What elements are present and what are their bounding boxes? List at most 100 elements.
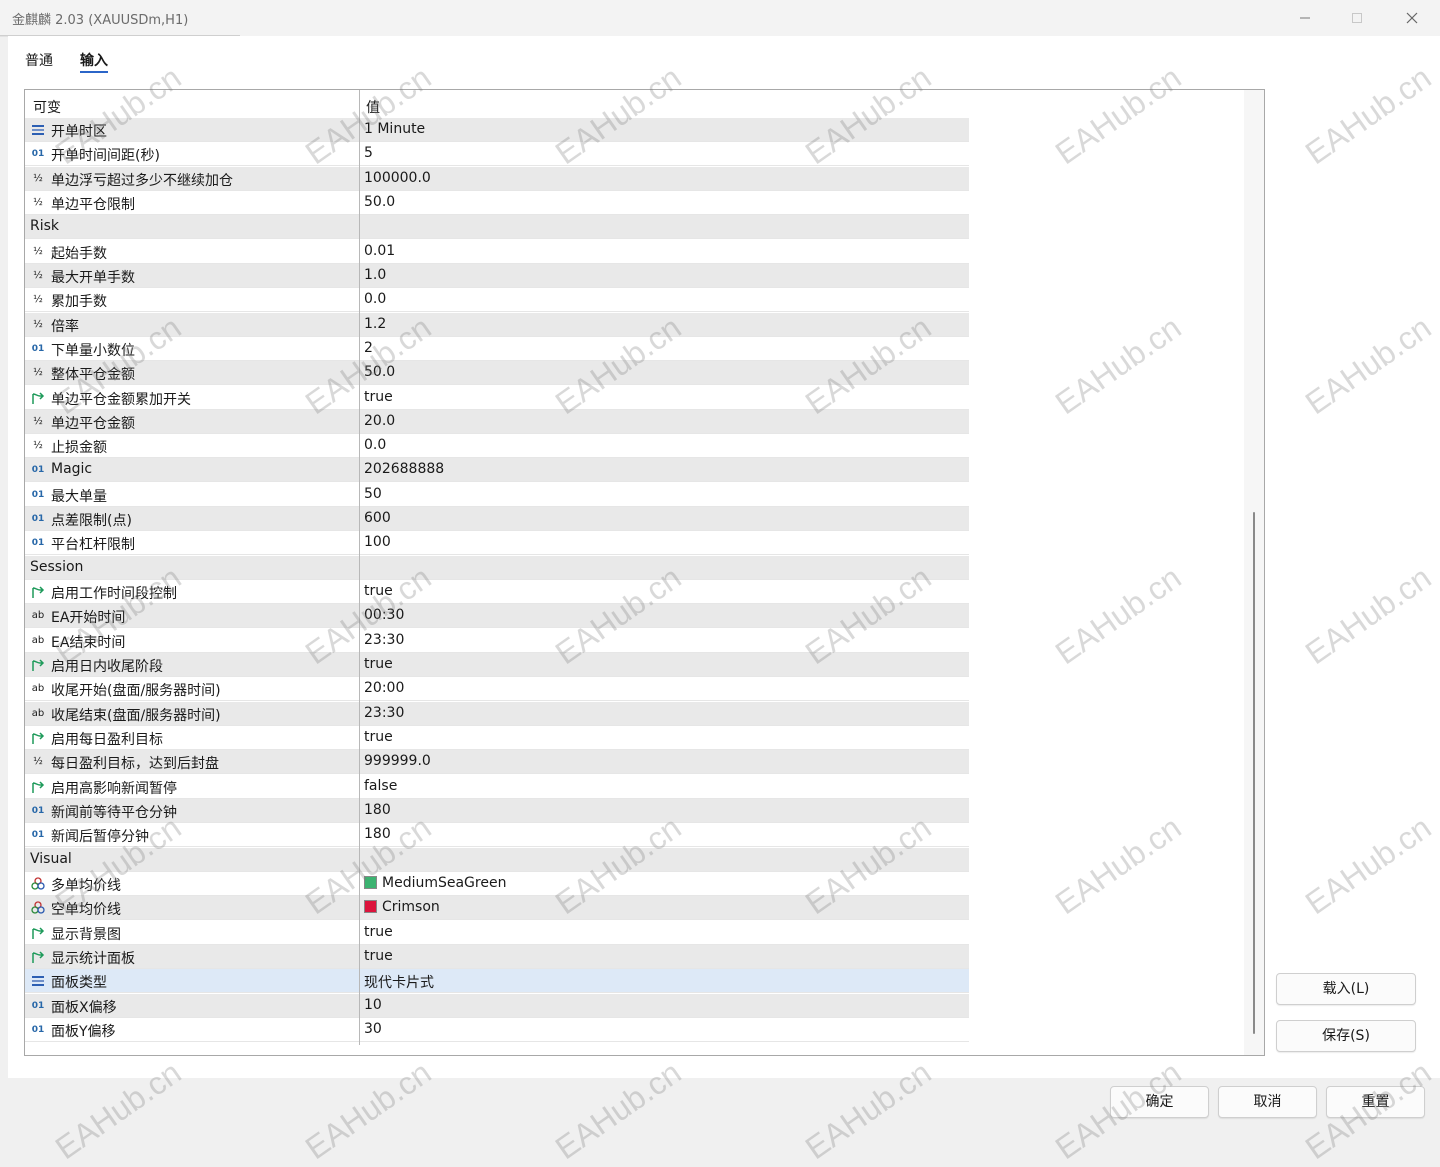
param-row[interactable]: ab 收尾开始(盘面/服务器时间) 20:00 — [25, 677, 969, 702]
reset-button[interactable]: 重置 — [1326, 1086, 1425, 1118]
param-row[interactable]: 01 下单量小数位 2 — [25, 337, 969, 361]
param-value[interactable]: true — [364, 583, 393, 599]
param-row[interactable]: ½ 单边浮亏超过多少不继续加仓 100000.0 — [25, 166, 969, 191]
integer-icon: 01 — [31, 489, 45, 500]
param-value[interactable]: 2 — [364, 340, 373, 356]
title-bar: 金麒麟 2.03 (XAUUSDm,H1) — [0, 0, 1440, 37]
group-row[interactable]: Risk — [25, 215, 969, 240]
param-value[interactable]: true — [364, 389, 393, 405]
param-value[interactable]: true — [364, 656, 393, 672]
param-value[interactable]: 1.0 — [364, 267, 386, 283]
param-row[interactable]: 01 平台杠杆限制 100 — [25, 531, 969, 556]
param-value[interactable]: 1.2 — [364, 316, 386, 332]
close-button[interactable] — [1392, 4, 1432, 32]
param-row[interactable]: 01 最大单量 50 — [25, 483, 969, 507]
param-row[interactable]: ½ 整体平仓金额 50.0 — [25, 361, 969, 386]
param-row[interactable]: 启用高影响新闻暂停 false — [25, 775, 969, 799]
param-value[interactable]: 20:00 — [364, 680, 404, 696]
param-value[interactable]: 20.0 — [364, 413, 395, 429]
column-divider[interactable] — [359, 90, 360, 1045]
param-value[interactable]: 202688888 — [364, 461, 444, 477]
param-row[interactable]: ½ 最大开单手数 1.0 — [25, 263, 969, 288]
cancel-button[interactable]: 取消 — [1218, 1086, 1317, 1118]
maximize-button[interactable] — [1337, 4, 1377, 32]
param-value[interactable]: 50.0 — [364, 364, 395, 380]
param-row[interactable]: 启用日内收尾阶段 true — [25, 653, 969, 678]
tab-general[interactable]: 普通 — [25, 50, 53, 70]
param-row[interactable]: 多单均价线 MediumSeaGreen — [25, 872, 969, 896]
param-name: 启用每日盈利目标 — [51, 732, 163, 748]
param-row[interactable]: 01 Magic 202688888 — [25, 458, 969, 483]
param-row[interactable]: 开单时区 1 Minute — [25, 118, 969, 142]
double-icon: ½ — [33, 269, 43, 281]
param-row[interactable]: ½ 累加手数 0.0 — [25, 288, 969, 313]
param-value[interactable]: 180 — [364, 826, 391, 842]
param-value[interactable]: true — [364, 729, 393, 745]
param-row[interactable]: 01 点差限制(点) 600 — [25, 507, 969, 532]
param-value[interactable]: 100000.0 — [364, 170, 431, 186]
param-value[interactable]: 10 — [364, 997, 382, 1013]
param-row[interactable]: ½ 起始手数 0.01 — [25, 240, 969, 264]
param-row[interactable]: ½ 每日盈利目标，达到后封盘 999999.0 — [25, 750, 969, 775]
param-value[interactable]: 0.0 — [364, 437, 386, 453]
param-value[interactable]: 30 — [364, 1021, 382, 1037]
param-value[interactable]: 23:30 — [364, 705, 404, 721]
param-row[interactable]: 显示背景图 true — [25, 921, 969, 945]
param-value[interactable]: 50 — [364, 486, 382, 502]
param-value[interactable]: 1 Minute — [364, 121, 425, 137]
double-icon: ½ — [33, 196, 43, 208]
scrollbar-thumb[interactable] — [1253, 512, 1255, 1034]
param-value[interactable]: 0.01 — [364, 243, 395, 259]
minimize-button[interactable] — [1285, 4, 1325, 32]
param-row[interactable]: 01 新闻后暂停分钟 180 — [25, 823, 969, 848]
group-row[interactable]: Visual — [25, 847, 969, 872]
param-row[interactable]: 01 新闻前等待平仓分钟 180 — [25, 798, 969, 823]
param-row[interactable]: ½ 倍率 1.2 — [25, 312, 969, 337]
param-name: 显示背景图 — [51, 926, 121, 943]
param-value[interactable]: 180 — [364, 802, 391, 818]
param-value[interactable]: 0.0 — [364, 291, 386, 307]
param-row[interactable]: ½ 止损金额 0.0 — [25, 434, 969, 459]
load-button[interactable]: 载入(L) — [1276, 973, 1416, 1005]
param-name: 倍率 — [51, 318, 79, 335]
param-value[interactable]: 600 — [364, 510, 391, 526]
param-row[interactable]: 空单均价线 Crimson — [25, 896, 969, 921]
save-button[interactable]: 保存(S) — [1276, 1020, 1416, 1052]
param-value[interactable]: true — [364, 924, 393, 940]
param-value[interactable]: 5 — [364, 145, 373, 161]
param-row[interactable]: ab 收尾结束(盘面/服务器时间) 23:30 — [25, 701, 969, 726]
param-row[interactable]: ab EA结束时间 23:30 — [25, 629, 969, 653]
param-row[interactable]: 01 开单时间间距(秒) 5 — [25, 142, 969, 167]
param-value[interactable]: 00:30 — [364, 607, 404, 623]
param-value[interactable]: 100 — [364, 534, 391, 550]
ok-button[interactable]: 确定 — [1110, 1086, 1209, 1118]
inputs-grid[interactable]: 可变 值 开单时区 1 Minute 01 开单时间间距(秒) 5 ½ 单边浮亏超过多少不继… — [24, 89, 1265, 1056]
param-name: 每日盈利目标，达到后封盘 — [51, 756, 219, 773]
param-row[interactable]: 01 面板Y偏移 30 — [25, 1018, 969, 1042]
param-row[interactable]: ½ 单边平仓限制 50.0 — [25, 191, 969, 215]
group-row[interactable]: Session — [25, 555, 969, 580]
param-value[interactable]: false — [364, 778, 397, 794]
integer-icon: 01 — [31, 1024, 45, 1035]
vertical-scrollbar[interactable] — [1244, 90, 1264, 1055]
param-value[interactable]: 23:30 — [364, 632, 404, 648]
param-name: 收尾开始(盘面/服务器时间) — [51, 683, 221, 700]
param-row[interactable]: 01 面板X偏移 10 — [25, 993, 969, 1018]
param-row[interactable]: 启用每日盈利目标 true — [25, 726, 969, 750]
param-row[interactable]: 单边平仓金额累加开关 true — [25, 386, 969, 410]
enum-icon — [30, 122, 46, 138]
param-value[interactable]: MediumSeaGreen — [364, 875, 506, 891]
param-value[interactable]: 现代卡片式 — [364, 972, 434, 992]
param-value[interactable]: Crimson — [364, 899, 440, 915]
param-row[interactable]: 面板类型 现代卡片式 — [25, 969, 969, 994]
param-row[interactable]: ab EA开始时间 00:30 — [25, 604, 969, 629]
param-row[interactable]: ½ 单边平仓金额 20.0 — [25, 409, 969, 434]
param-value[interactable]: 50.0 — [364, 194, 395, 210]
tab-inputs[interactable]: 输入 — [80, 50, 108, 70]
param-name: 面板类型 — [51, 975, 107, 992]
param-value[interactable]: 999999.0 — [364, 753, 431, 769]
param-row[interactable]: 启用工作时间段控制 true — [25, 580, 969, 605]
param-row[interactable]: 显示统计面板 true — [25, 944, 969, 969]
double-icon: ½ — [33, 415, 43, 427]
param-value[interactable]: true — [364, 948, 393, 964]
